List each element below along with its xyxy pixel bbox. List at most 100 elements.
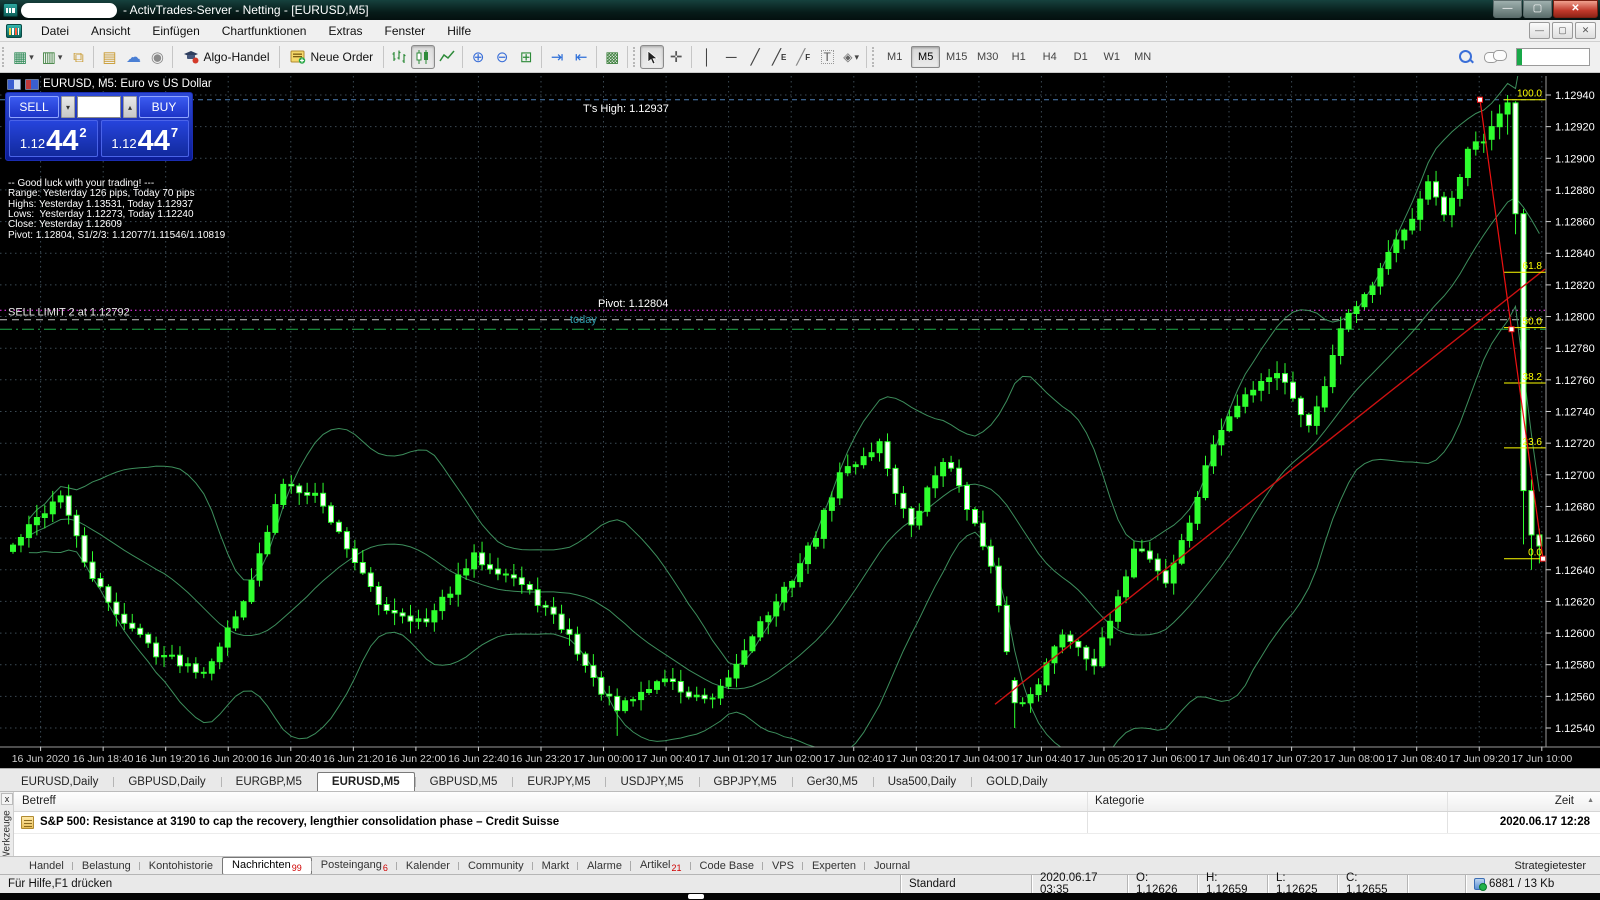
- restore-button[interactable]: ▢: [1523, 0, 1552, 18]
- tile-windows-icon: ⊞: [520, 50, 533, 65]
- toolbar-grip[interactable]: [633, 47, 638, 67]
- zoom-out-button[interactable]: ⊖: [490, 45, 514, 69]
- toolbox-tab[interactable]: Handel: [20, 859, 73, 873]
- toolbox-tab[interactable]: Kontohistorie: [140, 859, 222, 873]
- crosshair-tool-button[interactable]: ✛: [664, 45, 688, 69]
- chart-tab[interactable]: Ger30,M5: [792, 772, 873, 791]
- chart-tab[interactable]: GBPUSD,Daily: [113, 772, 220, 791]
- sell-price[interactable]: 1.12 44 2: [9, 120, 98, 157]
- menu-item[interactable]: Chartfunktionen: [211, 21, 318, 41]
- chart-tab[interactable]: GOLD,Daily: [971, 772, 1062, 791]
- timeframe-button[interactable]: M15: [942, 46, 971, 68]
- menu-item[interactable]: Datei: [30, 21, 80, 41]
- cloud-button[interactable]: ☁: [121, 45, 145, 69]
- auto-scroll-button[interactable]: ⇥: [545, 45, 569, 69]
- sell-button[interactable]: SELL: [9, 96, 59, 118]
- news-time: 2020.06.17 12:28: [1500, 816, 1590, 828]
- strategy-tester-link[interactable]: Strategietester: [1514, 860, 1586, 872]
- channel-tool-button[interactable]: ╱E: [767, 45, 791, 69]
- toolbox-tab[interactable]: Artikel21: [631, 858, 691, 874]
- timeframe-button[interactable]: MN: [1128, 46, 1157, 68]
- status-profile[interactable]: Standard: [900, 875, 1031, 893]
- cursor-tool-button[interactable]: [640, 45, 664, 69]
- chart-tab[interactable]: USDJPY,M5: [605, 772, 698, 791]
- signal-button[interactable]: ◉: [145, 45, 169, 69]
- buy-price[interactable]: 1.12 44 7: [101, 120, 190, 157]
- horizontal-line-tool-button[interactable]: ─: [719, 45, 743, 69]
- menu-item[interactable]: Hilfe: [436, 21, 482, 41]
- toolbox-tab[interactable]: Nachrichten99: [222, 857, 312, 875]
- price-chart[interactable]: 100.061.850.038.223.60.0T's High: 1.1293…: [0, 76, 1600, 768]
- chart-tab[interactable]: Usa500,Daily: [873, 772, 971, 791]
- menu-item[interactable]: Einfügen: [141, 21, 210, 41]
- toolbox-tab[interactable]: VPS: [763, 859, 803, 873]
- fibonacci-tool-button[interactable]: ╱F: [791, 45, 815, 69]
- title-bar: - ActivTrades-Server - Netting - [EURUSD…: [0, 0, 1600, 20]
- toolbox-tab[interactable]: Alarme: [578, 859, 631, 873]
- close-button[interactable]: ✕: [1553, 0, 1598, 18]
- volume-up-button[interactable]: ▴: [123, 96, 137, 118]
- accounts-button[interactable]: ⧉: [66, 45, 90, 69]
- toolbox-tab[interactable]: Community: [459, 859, 533, 873]
- child-restore-button[interactable]: ▢: [1552, 22, 1573, 39]
- line-chart-button[interactable]: [435, 45, 459, 69]
- timeframe-button[interactable]: M30: [973, 46, 1002, 68]
- toolbox-tab[interactable]: Journal: [865, 859, 919, 873]
- tab-badge: 6: [383, 863, 388, 873]
- bar-chart-button[interactable]: [387, 45, 411, 69]
- one-click-toggle-icon[interactable]: [7, 79, 21, 90]
- new-order-button[interactable]: Neue Order: [283, 47, 380, 67]
- trendline-tool-button[interactable]: ╱: [743, 45, 767, 69]
- chart-tab[interactable]: GBPUSD,M5: [415, 772, 513, 791]
- toolbox-tab[interactable]: Markt: [533, 859, 579, 873]
- column-header-subject[interactable]: Betreff: [22, 795, 56, 807]
- child-minimize-button[interactable]: —: [1529, 22, 1550, 39]
- search-icon[interactable]: [1458, 49, 1474, 65]
- child-close-button[interactable]: ✕: [1575, 22, 1596, 39]
- chart-shift-button[interactable]: ⇤: [569, 45, 593, 69]
- chart-tab[interactable]: EURUSD,M5: [317, 772, 415, 791]
- toolbar-grip[interactable]: [872, 47, 877, 67]
- search-input[interactable]: [1516, 48, 1590, 66]
- new-chart-button[interactable]: ▦ ▾: [9, 45, 38, 69]
- chat-icon[interactable]: [1484, 50, 1506, 65]
- templates-button[interactable]: ▩: [600, 45, 624, 69]
- toolbar-grip[interactable]: [2, 47, 7, 67]
- minimize-button[interactable]: —: [1493, 0, 1522, 18]
- timeframe-button[interactable]: M5: [911, 46, 940, 68]
- timeframe-button[interactable]: H1: [1004, 46, 1033, 68]
- toolbox-tab[interactable]: Posteingang6: [312, 858, 397, 874]
- profiles-button[interactable]: ▥ ▾: [38, 45, 67, 69]
- volume-input[interactable]: [77, 96, 121, 118]
- volume-down-button[interactable]: ▾: [61, 96, 75, 118]
- timeframe-button[interactable]: M1: [880, 46, 909, 68]
- system-menu-icon[interactable]: [6, 24, 22, 38]
- chart-tab[interactable]: EURGBP,M5: [221, 772, 317, 791]
- algo-trading-button[interactable]: Algo-Handel: [176, 47, 276, 67]
- column-header-category[interactable]: Kategorie: [1095, 795, 1144, 807]
- menu-item[interactable]: Extras: [317, 21, 373, 41]
- candlestick-chart-button[interactable]: [411, 45, 435, 69]
- zoom-in-button[interactable]: ⊕: [466, 45, 490, 69]
- toolbox-tab[interactable]: Kalender: [397, 859, 459, 873]
- menu-item[interactable]: Ansicht: [80, 21, 141, 41]
- column-header-time[interactable]: Zeit: [1555, 795, 1574, 807]
- toolbox-tab[interactable]: Code Base: [691, 859, 763, 873]
- chart-tab[interactable]: EURUSD,Daily: [6, 772, 113, 791]
- chart-tab[interactable]: GBPJPY,M5: [699, 772, 792, 791]
- timeframe-button[interactable]: H4: [1035, 46, 1064, 68]
- news-row[interactable]: S&P 500: Resistance at 3190 to cap the r…: [14, 812, 1600, 834]
- depth-of-market-icon[interactable]: [25, 79, 39, 90]
- buy-button[interactable]: BUY: [139, 96, 189, 118]
- toolbox-tab[interactable]: Belastung: [73, 859, 140, 873]
- shapes-tool-button[interactable]: ◈ ▾: [839, 45, 863, 69]
- menu-item[interactable]: Fenster: [374, 21, 437, 41]
- chart-tab[interactable]: EURJPY,M5: [512, 772, 605, 791]
- toolbox-tab[interactable]: Experten: [803, 859, 865, 873]
- timeframe-button[interactable]: D1: [1066, 46, 1095, 68]
- text-tool-button[interactable]: T: [815, 45, 839, 69]
- market-watch-button[interactable]: ▤: [97, 45, 121, 69]
- timeframe-button[interactable]: W1: [1097, 46, 1126, 68]
- tile-windows-button[interactable]: ⊞: [514, 45, 538, 69]
- vertical-line-tool-button[interactable]: │: [695, 45, 719, 69]
